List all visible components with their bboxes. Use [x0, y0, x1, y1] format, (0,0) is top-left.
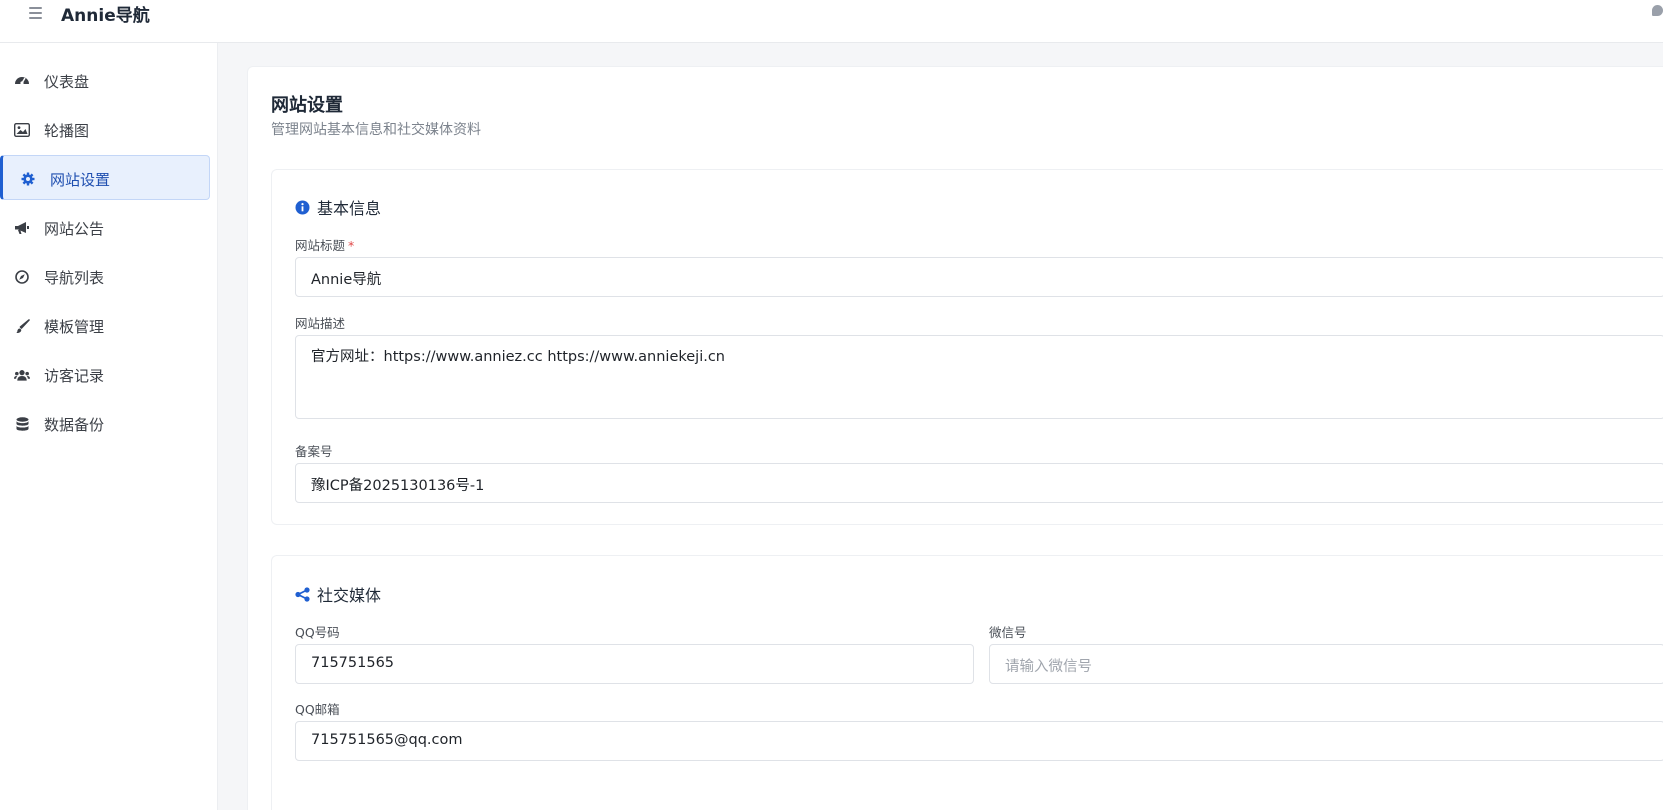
sidebar-item-label: 仪表盘	[44, 73, 90, 91]
email-label: QQ邮箱	[295, 702, 340, 717]
label-text: 网站标题	[295, 238, 346, 253]
qq-input[interactable]: 715751565	[295, 644, 974, 684]
gear-icon	[20, 171, 36, 187]
chat-icon[interactable]	[1652, 5, 1663, 16]
info-icon	[295, 200, 310, 215]
sidebar-item-announcements[interactable]: 网站公告	[0, 205, 210, 250]
sidebar-item-nav-list[interactable]: 导航列表	[0, 254, 210, 299]
page-subtitle: 管理网站基本信息和社交媒体资料	[271, 122, 481, 138]
sidebar-item-label: 轮播图	[44, 122, 90, 140]
wechat-input[interactable]: 请输入微信号	[989, 644, 1663, 684]
social-media-section: 社交媒体 QQ号码 715751565 微信号 请输入微信号 QQ邮箱 7157…	[271, 555, 1663, 810]
icp-label: 备案号	[295, 444, 333, 459]
sidebar-item-label: 模板管理	[44, 318, 105, 336]
social-media-title: 社交媒体	[295, 582, 381, 606]
required-mark: *	[348, 238, 355, 253]
menu-toggle-icon[interactable]	[27, 4, 45, 20]
site-desc-label: 网站描述	[295, 316, 346, 331]
image-icon	[14, 122, 30, 138]
basic-info-title: 基本信息	[295, 195, 381, 219]
database-icon	[14, 416, 30, 432]
share-icon	[295, 586, 310, 602]
sidebar-item-label: 网站设置	[50, 171, 111, 189]
sidebar-item-templates[interactable]: 模板管理	[0, 303, 210, 348]
sidebar-item-label: 访客记录	[44, 367, 105, 385]
site-desc-textarea[interactable]: 官方网址：https://www.anniez.cc https://www.a…	[295, 335, 1663, 419]
site-title-label: 网站标题 *	[295, 235, 354, 254]
sidebar-item-label: 数据备份	[44, 416, 105, 434]
sidebar-item-label: 导航列表	[44, 269, 105, 287]
brand-title: Annie导航	[61, 6, 150, 26]
section-title-text: 基本信息	[317, 199, 382, 218]
basic-info-section: 基本信息 网站标题 * Annie导航 网站描述 官方网址：https://www…	[271, 169, 1663, 525]
top-bar: Annie导航	[0, 0, 1663, 43]
sidebar-item-dashboard[interactable]: 仪表盘	[0, 58, 210, 103]
megaphone-icon	[14, 220, 30, 236]
wechat-label: 微信号	[989, 625, 1027, 640]
paintbrush-icon	[14, 318, 30, 334]
sidebar: 仪表盘 轮播图 网站设置 网站公告 导航列表 模板管理 访客记录 数据备份	[0, 43, 218, 810]
qq-label: QQ号码	[295, 625, 340, 640]
compass-icon	[14, 269, 30, 285]
sidebar-item-carousel[interactable]: 轮播图	[0, 107, 210, 152]
dashboard-icon	[14, 73, 30, 89]
section-title-text: 社交媒体	[317, 586, 382, 605]
email-input[interactable]: 715751565@qq.com	[295, 721, 1663, 761]
sidebar-item-site-settings[interactable]: 网站设置	[0, 155, 210, 200]
icp-input[interactable]: 豫ICP备2025130136号-1	[295, 463, 1663, 503]
sidebar-item-backup[interactable]: 数据备份	[0, 401, 210, 446]
users-icon	[14, 367, 30, 383]
site-title-input[interactable]: Annie导航	[295, 257, 1663, 297]
sidebar-item-visitors[interactable]: 访客记录	[0, 352, 210, 397]
page-title: 网站设置	[271, 95, 343, 116]
sidebar-item-label: 网站公告	[44, 220, 105, 238]
